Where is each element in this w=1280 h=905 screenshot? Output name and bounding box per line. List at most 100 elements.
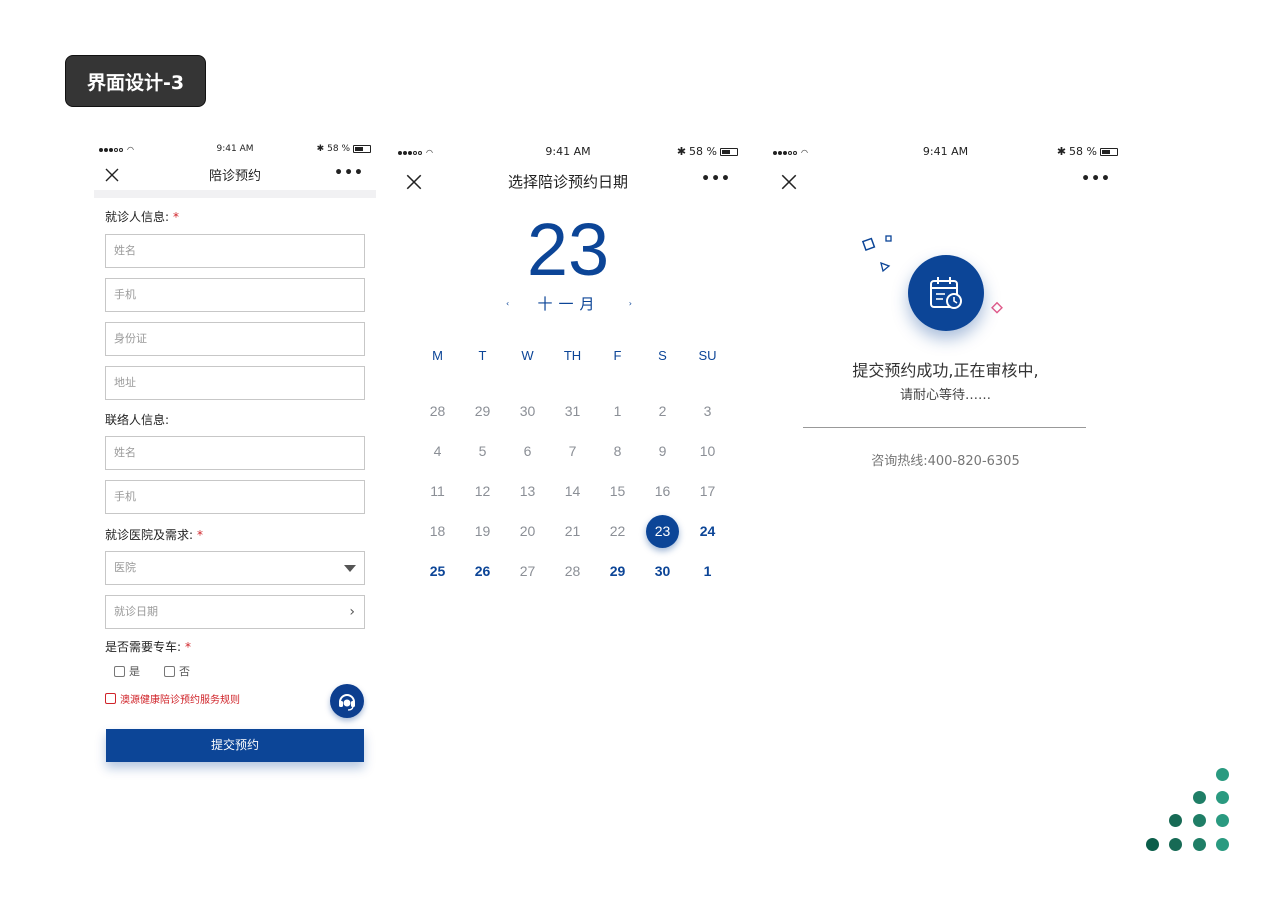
checkbox[interactable] — [164, 665, 175, 677]
dot-icon — [1169, 838, 1182, 851]
prev-month-button[interactable]: ‹ — [506, 299, 509, 308]
checkbox[interactable] — [114, 665, 125, 677]
next-month-button[interactable]: › — [629, 299, 632, 308]
car-no-label: 否 — [179, 665, 190, 678]
weekday-label: M — [432, 348, 443, 363]
contact-phone-input[interactable]: 手机 — [105, 480, 365, 514]
calendar-day[interactable]: 17 — [685, 474, 730, 508]
calendar-day[interactable]: 9 — [640, 434, 685, 468]
dot-icon — [1146, 838, 1159, 851]
success-message: 提交预约成功,正在审核中, — [852, 361, 1039, 380]
calendar-day[interactable]: 24 — [685, 514, 730, 548]
patient-id-input[interactable]: 身份证 — [105, 322, 365, 356]
month-switcher: ‹ 十一月 › — [506, 293, 632, 314]
car-label: 是否需要专车: * — [105, 638, 191, 655]
patient-info-text: 就诊人信息: — [105, 210, 170, 224]
status-bar: ◠ 9:41 AM ✱ 58 % — [768, 140, 1123, 162]
car-yes-label: 是 — [129, 665, 140, 678]
hospital-select[interactable]: 医院 — [105, 551, 365, 585]
service-rules-agree[interactable]: 澳源健康陪诊预约服务规则 — [105, 691, 240, 706]
month-label: 十一月 — [537, 295, 601, 313]
appointment-form-screen: ◠ 9:41 AM ✱ 58 % 陪诊预约 ••• 就诊人信息: * 姓名 手机 … — [94, 140, 376, 780]
calendar-day[interactable]: 29 — [460, 394, 505, 428]
selected-day[interactable]: 23 — [646, 515, 679, 548]
patient-address-input[interactable]: 地址 — [105, 366, 365, 400]
weekday-label: S — [658, 348, 667, 363]
bluetooth-icon: ✱ — [1056, 145, 1067, 158]
calendar-day[interactable]: 28 — [415, 394, 460, 428]
battery-percent: 58 % — [689, 145, 717, 158]
battery-icon — [720, 147, 738, 156]
car-no-option[interactable]: 否 — [164, 663, 190, 679]
calendar-day[interactable]: 30 — [505, 394, 550, 428]
calendar-day[interactable]: 2 — [640, 394, 685, 428]
close-icon[interactable] — [780, 173, 798, 191]
required-mark: * — [185, 640, 192, 654]
calendar-day[interactable]: 5 — [460, 434, 505, 468]
bluetooth-icon: ✱ — [676, 145, 687, 158]
nav-bar: 陪诊预约 ••• — [94, 162, 376, 188]
contact-name-input[interactable]: 姓名 — [105, 436, 365, 470]
hospital-label: 就诊医院及需求: * — [105, 526, 203, 543]
visit-date-field[interactable]: 就诊日期 › — [105, 595, 365, 629]
calendar-day[interactable]: 10 — [685, 434, 730, 468]
calendar-day[interactable]: 28 — [550, 554, 595, 588]
calendar-day[interactable]: 26 — [460, 554, 505, 588]
calendar-day[interactable]: 25 — [415, 554, 460, 588]
required-mark: * — [173, 210, 180, 224]
calendar-day[interactable]: 6 — [505, 434, 550, 468]
caret-down-icon — [344, 565, 356, 572]
calendar-day[interactable]: 22 — [595, 514, 640, 548]
calendar-day[interactable]: 21 — [550, 514, 595, 548]
weekday-label: T — [478, 348, 487, 363]
calendar-day[interactable]: 1 — [595, 394, 640, 428]
divider — [803, 427, 1086, 428]
calendar-day[interactable]: 27 — [505, 554, 550, 588]
status-bar: ◠ 9:41 AM ✱ 58 % — [94, 140, 376, 162]
more-menu-button[interactable]: ••• — [1081, 171, 1111, 187]
patient-phone-input[interactable]: 手机 — [105, 278, 365, 312]
selected-day-display: 23 — [526, 208, 610, 291]
patient-name-input[interactable]: 姓名 — [105, 234, 365, 268]
calendar-day[interactable]: 3 — [685, 394, 730, 428]
weekday-label: W — [521, 348, 534, 363]
nav-bar: 选择陪诊预约日期 ••• — [393, 168, 743, 198]
more-menu-button[interactable]: ••• — [334, 165, 364, 181]
more-menu-button[interactable]: ••• — [701, 171, 731, 187]
calendar-day[interactable]: 13 — [505, 474, 550, 508]
car-yes-option[interactable]: 是 — [114, 663, 140, 679]
calendar-day[interactable]: 11 — [415, 474, 460, 508]
calendar-day[interactable]: 14 — [550, 474, 595, 508]
decorative-dots — [1140, 762, 1240, 862]
hospital-label-text: 就诊医院及需求: — [105, 528, 194, 542]
calendar-day[interactable]: 12 — [460, 474, 505, 508]
calendar-day[interactable]: 20 — [505, 514, 550, 548]
calendar-day[interactable]: 30 — [640, 554, 685, 588]
checkbox[interactable] — [105, 693, 116, 704]
calendar-day[interactable]: 31 — [550, 394, 595, 428]
service-rules-link[interactable]: 澳源健康陪诊预约服务规则 — [120, 691, 240, 706]
calendar-day[interactable]: 19 — [460, 514, 505, 548]
hospital-select-value: 医院 — [114, 561, 136, 574]
calendar-day[interactable]: 23 — [640, 514, 685, 548]
calendar-day[interactable]: 8 — [595, 434, 640, 468]
weekday-label: F — [613, 348, 622, 363]
calendar-day[interactable]: 29 — [595, 554, 640, 588]
battery-percent: 58 % — [1069, 145, 1097, 158]
customer-service-button[interactable] — [330, 684, 364, 718]
calendar-day[interactable]: 16 — [640, 474, 685, 508]
battery-icon — [353, 145, 371, 153]
weekday-label: TH — [563, 348, 582, 363]
dot-icon — [1216, 838, 1229, 851]
calendar-day[interactable]: 18 — [415, 514, 460, 548]
date-picker-screen: ◠ 9:41 AM ✱ 58 % 选择陪诊预约日期 ••• 23 ‹ 十一月 ›… — [393, 140, 743, 600]
wait-message: 请耐心等待…… — [899, 388, 991, 403]
dot-icon — [1193, 814, 1206, 827]
nav-bar: ••• — [768, 168, 1123, 198]
calendar-day[interactable]: 1 — [685, 554, 730, 588]
submit-appointment-button[interactable]: 提交预约 — [106, 729, 364, 762]
calendar-week-row: 4 5 6 7 8 9 10 — [415, 434, 730, 468]
calendar-day[interactable]: 4 — [415, 434, 460, 468]
calendar-day[interactable]: 7 — [550, 434, 595, 468]
calendar-day[interactable]: 15 — [595, 474, 640, 508]
